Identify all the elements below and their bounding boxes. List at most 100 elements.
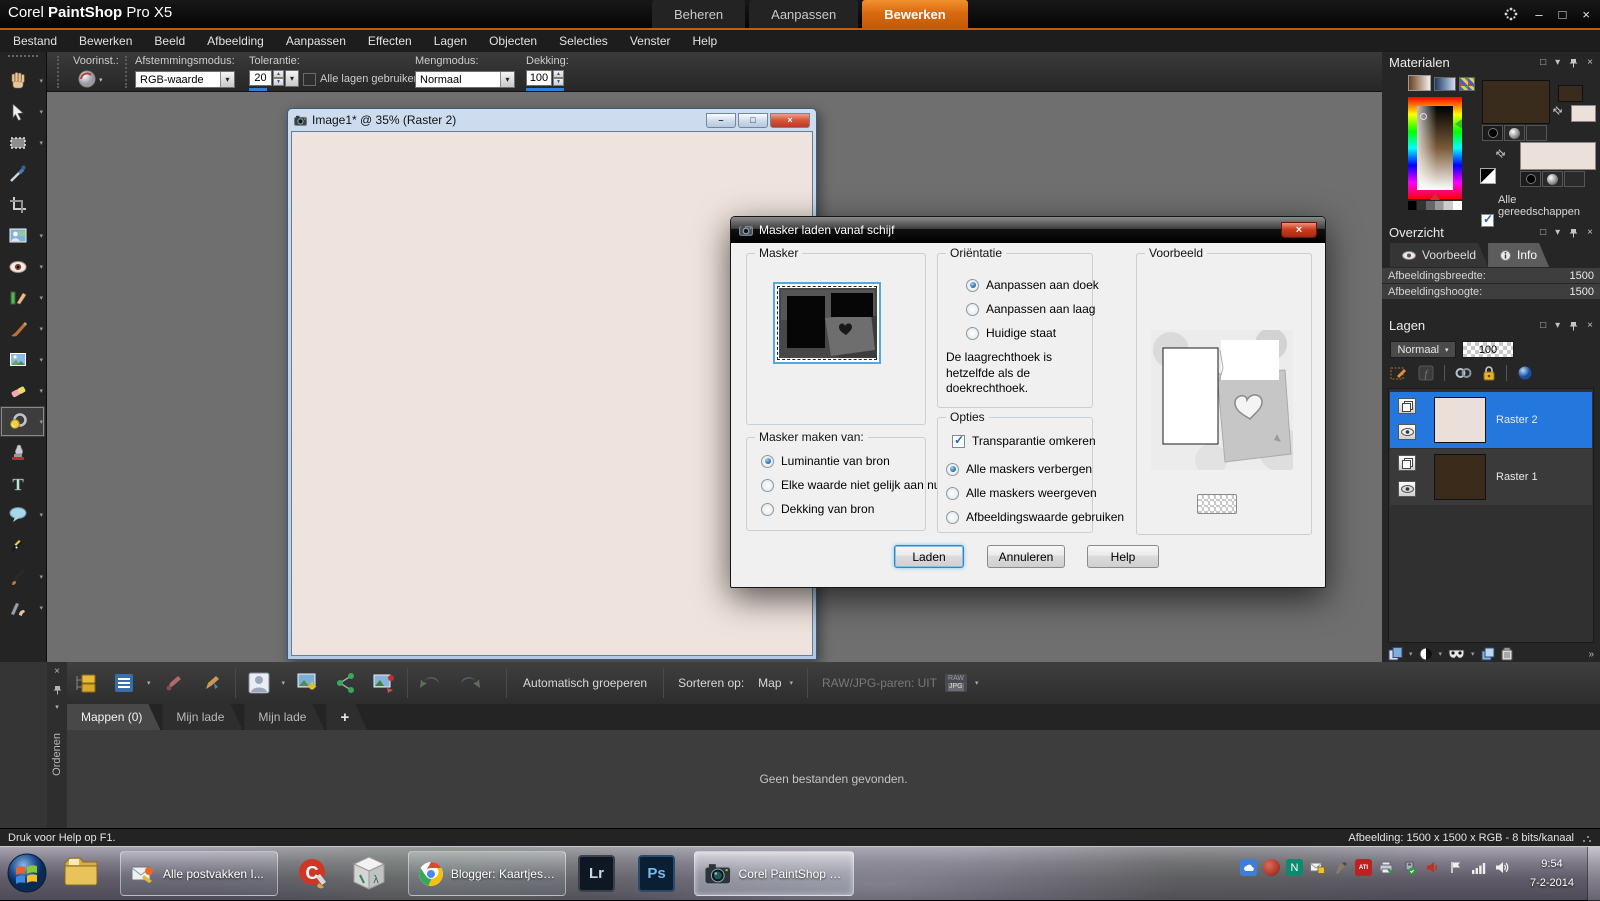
- duplicate-layer-icon[interactable]: [1481, 647, 1495, 661]
- opacity-spinner[interactable]: ▲ ▼: [553, 70, 564, 86]
- start-button[interactable]: [6, 852, 48, 894]
- auto-group-button[interactable]: Automatisch groeperen: [523, 676, 647, 690]
- preset-dropdown-icon[interactable]: ▾: [99, 76, 103, 84]
- pointer-tool[interactable]: ▾: [0, 96, 45, 127]
- visibility-eye-icon[interactable]: [1398, 481, 1416, 497]
- ccleaner-icon[interactable]: C: [294, 855, 330, 891]
- visibility-eye-icon[interactable]: [1398, 424, 1416, 440]
- close-icon[interactable]: ×: [770, 112, 810, 128]
- color-tab[interactable]: [1408, 75, 1431, 91]
- effects-icon[interactable]: f: [1418, 365, 1434, 381]
- vector-brush-tool[interactable]: ▾: [0, 561, 45, 592]
- layer-blend-select[interactable]: Normaal ▾: [1390, 341, 1456, 358]
- foreground-swatch[interactable]: [1482, 80, 1550, 124]
- tolerance-input[interactable]: 20: [249, 70, 272, 86]
- blend-mode-select[interactable]: Normaal ▾: [415, 71, 515, 88]
- close-icon[interactable]: ×: [1587, 320, 1593, 331]
- mini-fg-swatch[interactable]: [1558, 85, 1583, 102]
- option-luminance[interactable]: Luminantie van bron: [761, 454, 925, 468]
- menu-afbeelding[interactable]: Afbeelding: [196, 30, 275, 52]
- menu-venster[interactable]: Venster: [619, 30, 682, 52]
- fg-pattern-button[interactable]: [1526, 125, 1547, 141]
- ati-icon[interactable]: ATI: [1355, 859, 1372, 876]
- brush-tool[interactable]: ▾: [0, 313, 45, 344]
- crop-tool[interactable]: [0, 189, 45, 220]
- bg-gradient-button[interactable]: [1542, 171, 1563, 187]
- notes-app-icon[interactable]: N: [1286, 859, 1303, 876]
- pin-icon[interactable]: [1569, 58, 1578, 68]
- menu-objecten[interactable]: Objecten: [478, 30, 548, 52]
- menu-lagen[interactable]: Lagen: [423, 30, 478, 52]
- menu-effecten[interactable]: Effecten: [357, 30, 423, 52]
- option-nonzero[interactable]: Elke waarde niet gelijk aan nul: [761, 478, 943, 492]
- taskbar-clock[interactable]: 9:54 7-2-2014: [1530, 855, 1574, 892]
- chevron-down-icon[interactable]: ▾: [286, 71, 298, 86]
- list-view-icon[interactable]: [109, 668, 139, 698]
- tab-mappen[interactable]: Mappen (0): [67, 704, 160, 730]
- menu-aanpassen[interactable]: Aanpassen: [275, 30, 357, 52]
- gradient-tab[interactable]: [1434, 77, 1456, 91]
- show-desktop-button[interactable]: [1587, 847, 1600, 901]
- photo-fix-tool[interactable]: ▾: [0, 220, 45, 251]
- bw-swatch-icon[interactable]: [1480, 168, 1496, 184]
- tolerance-slider[interactable]: [249, 88, 267, 91]
- blue-sphere-icon[interactable]: [1517, 365, 1533, 381]
- layer-row-raster1[interactable]: Raster 1: [1390, 449, 1592, 505]
- pin-icon[interactable]: [53, 685, 62, 695]
- network-icon[interactable]: [1470, 859, 1487, 876]
- bg-pattern-button[interactable]: [1564, 171, 1585, 187]
- audio-app-icon[interactable]: [1424, 859, 1441, 876]
- mail-tray-icon[interactable]: [1309, 859, 1326, 876]
- red-eye-tool[interactable]: ▾: [0, 251, 45, 282]
- tolerance-flyout[interactable]: ▾: [285, 70, 299, 87]
- usb-eject-icon[interactable]: [1401, 859, 1418, 876]
- photoshop-icon[interactable]: Ps: [638, 855, 675, 892]
- chevron-down-icon[interactable]: ▾: [1555, 57, 1560, 68]
- chevron-down-icon[interactable]: ▾: [1555, 227, 1560, 238]
- picture-tube-tool[interactable]: ▾: [0, 344, 45, 375]
- menu-beeld[interactable]: Beeld: [143, 30, 196, 52]
- tab-info[interactable]: Info: [1488, 243, 1549, 267]
- help-button[interactable]: Help: [1087, 545, 1159, 568]
- dialog-titlebar[interactable]: Masker laden vanaf schijf ×: [731, 217, 1325, 243]
- maximize-icon[interactable]: □: [1540, 57, 1546, 68]
- lock-icon[interactable]: [1482, 365, 1496, 381]
- edit-pencil-icon[interactable]: [159, 668, 189, 698]
- chevron-down-icon[interactable]: ▾: [790, 679, 794, 687]
- tab-aanpassen[interactable]: Aanpassen: [749, 0, 859, 28]
- restore-icon[interactable]: □: [738, 112, 768, 128]
- callout-tool[interactable]: ▾: [0, 499, 45, 530]
- tab-mijn-lade-2[interactable]: Mijn lade: [244, 704, 324, 730]
- palette-grip[interactable]: [8, 55, 38, 63]
- chevron-down-icon[interactable]: ▾: [282, 679, 286, 687]
- mask-thumbnail-frame[interactable]: [773, 282, 881, 364]
- layer-row-raster2[interactable]: Raster 2: [1390, 392, 1592, 448]
- chevron-down-icon[interactable]: ▾: [55, 703, 59, 711]
- new-layer-icon[interactable]: [1388, 647, 1403, 661]
- lambda-cube-icon[interactable]: λ: [352, 855, 386, 891]
- option-fit-layer[interactable]: Aanpassen aan laag: [966, 302, 1095, 316]
- stamp-tool[interactable]: [0, 437, 45, 468]
- swap-materials-icon[interactable]: ⇄: [1493, 146, 1509, 161]
- close-icon[interactable]: ×: [1582, 7, 1590, 22]
- media-app-icon[interactable]: [1263, 859, 1280, 876]
- toolbar-grip[interactable]: [125, 56, 128, 88]
- maximize-icon[interactable]: □: [1540, 320, 1546, 331]
- tolerance-spinner[interactable]: ▲ ▼: [273, 70, 284, 86]
- mask-icon[interactable]: [1448, 649, 1465, 659]
- eraser-tool[interactable]: ▾: [0, 375, 45, 406]
- taskbar-paintshop-button[interactable]: Corel PaintShop P...: [694, 851, 854, 896]
- pin-icon[interactable]: [1569, 321, 1578, 331]
- pin-icon[interactable]: [1569, 228, 1578, 238]
- chevron-down-icon[interactable]: ▾: [1555, 320, 1560, 331]
- close-icon[interactable]: ×: [54, 666, 60, 677]
- menu-help[interactable]: Help: [682, 30, 729, 52]
- pen-tool[interactable]: [0, 530, 45, 561]
- pattern-tab[interactable]: [1459, 77, 1475, 91]
- text-tool[interactable]: T: [0, 468, 45, 499]
- menu-bestand[interactable]: Bestand: [2, 30, 68, 52]
- match-mode-select[interactable]: RGB-waarde ▾: [135, 71, 235, 88]
- close-icon[interactable]: ×: [1587, 227, 1593, 238]
- add-tray-tab[interactable]: +: [326, 704, 367, 730]
- option-current-state[interactable]: Huidige staat: [966, 326, 1092, 340]
